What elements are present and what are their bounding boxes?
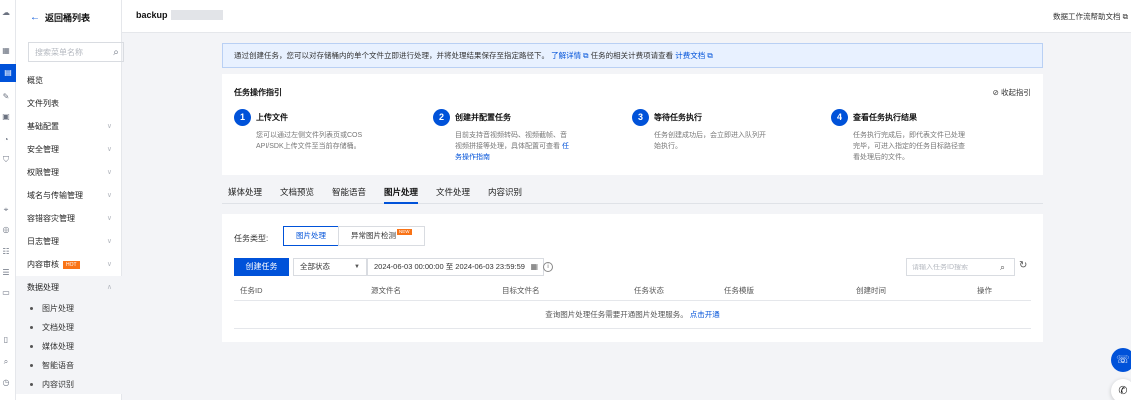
sidebar-item-permissions[interactable]: 权限管理 ∨ [16, 161, 122, 184]
caret-down-icon: ▼ [354, 264, 360, 270]
eye-off-icon: ⊘ [992, 88, 999, 97]
calendar-icon: ▦ [530, 262, 538, 271]
sidebar-item-overview[interactable]: 概览 [16, 69, 122, 92]
shield-icon[interactable]: ⛉ [1, 155, 11, 165]
sidebar-subitem-media-processing[interactable]: 媒体处理 [16, 337, 122, 356]
clock-icon[interactable]: ◷ [1, 378, 11, 388]
menu-search-input[interactable] [35, 47, 105, 57]
column-task-template: 任务模版 [724, 286, 754, 295]
column-created-time: 创建时间 [856, 286, 886, 295]
chevron-up-icon: ∧ [106, 284, 112, 291]
chart-icon[interactable]: ◔ [1, 135, 11, 145]
search-icon[interactable]: ⌕ [1000, 262, 1005, 273]
cloud-icon[interactable]: ☁ [1, 8, 11, 18]
external-link-icon: ⧉ [1122, 12, 1128, 21]
chevron-down-icon: ∨ [106, 261, 112, 268]
document-icon[interactable]: ▯ [1, 335, 11, 345]
refresh-icon[interactable]: ↻ [1019, 260, 1027, 271]
sidebar-item-disaster-recovery[interactable]: 容错容灾管理 ∨ [16, 207, 122, 230]
icon-rail: ☁ ▦ ▤ ✎ ▣ ◔ ⛉ ⌖ ◎ ☷ ☰ ▭ ▯ ⌕ ◷ [0, 0, 16, 400]
sidebar-item-content-moderation[interactable]: 内容审核 HOT ∨ [16, 253, 122, 276]
sidebar-subitem-smart-voice[interactable]: 智能语音 [16, 356, 122, 375]
compass-icon[interactable]: ◎ [1, 225, 11, 235]
billing-doc-link[interactable]: 计费文档 ⧉ [675, 51, 712, 60]
chevron-down-icon: ∨ [106, 146, 112, 153]
search-icon[interactable]: ⌕ [1, 357, 11, 367]
tab-media-processing[interactable]: 媒体处理 [228, 181, 262, 204]
column-source-file: 源文件名 [371, 286, 401, 295]
arrow-left-icon: ← [30, 12, 40, 23]
task-type-abnormal-image-detection[interactable]: 异常图片检测 NEW [338, 226, 425, 246]
tab-smart-voice[interactable]: 智能语音 [332, 181, 366, 204]
learn-more-link[interactable]: 了解详情 ⧉ [551, 51, 588, 60]
table-empty-state: 查询图片处理任务需要开通图片处理服务。 点击开通 [234, 301, 1031, 329]
pen-icon[interactable]: ✎ [1, 92, 11, 102]
redacted-bucket-suffix [170, 10, 223, 20]
grid-icon[interactable]: ▦ [1, 46, 11, 56]
chevron-down-icon: ∨ [106, 169, 112, 176]
task-id-search-input[interactable] [912, 263, 1000, 271]
back-to-bucket-list[interactable]: ← 返回桶列表 [30, 11, 90, 24]
activate-service-link[interactable]: 点击开通 [690, 310, 720, 319]
collapse-guide-button[interactable]: ⊘ 收起指引 [993, 87, 1031, 98]
sidebar-subitem-document-processing[interactable]: 文档处理 [16, 318, 122, 337]
help-doc-link[interactable]: 数据工作流帮助文档 ⧉ [1053, 11, 1128, 22]
new-badge: NEW [397, 229, 412, 235]
sidebar-item-domain-transfer[interactable]: 域名与传输管理 ∨ [16, 184, 122, 207]
task-id-search: ⌕ [906, 258, 1015, 276]
date-range-picker[interactable]: 2024-06-03 00:00:00 至 2024-06-03 23:59:5… [367, 258, 544, 276]
bucket-icon[interactable]: ▤ [0, 64, 16, 82]
sidebar-item-file-list[interactable]: 文件列表 [16, 92, 122, 115]
top-bar: backup 数据工作流帮助文档 ⧉ [122, 0, 1131, 33]
status-select[interactable]: 全部状态 ▼ [293, 258, 367, 276]
column-actions: 操作 [977, 286, 992, 295]
pin-icon[interactable]: ⌖ [1, 205, 11, 215]
sidebar-item-basic-config[interactable]: 基础配置 ∨ [16, 115, 122, 138]
calendar-icon[interactable]: ▣ [1, 112, 11, 122]
feedback-icon[interactable]: ✆ [1111, 379, 1131, 400]
sidebar-item-data-processing[interactable]: 数据处理 ∧ [16, 276, 122, 299]
tab-content-recognition[interactable]: 内容识别 [488, 181, 522, 204]
tab-image-processing[interactable]: 图片处理 [384, 181, 419, 204]
info-banner: 通过创建任务，您可以对存储桶内的单个文件立即进行处理，并将处理结果保存至指定路径… [222, 43, 1043, 68]
task-table-header: 任务ID 源文件名 目标文件名 任务状态 任务模版 创建时间 操作 [234, 280, 1031, 301]
network-icon[interactable]: ☷ [1, 247, 11, 257]
guide-title: 任务操作指引 [234, 88, 282, 97]
processing-tabs: 媒体处理 文档预览 智能语音 图片处理 文件处理 内容识别 [222, 181, 1043, 204]
back-label: 返回桶列表 [45, 13, 91, 23]
info-icon[interactable]: i [543, 262, 553, 272]
tab-file-processing[interactable]: 文件处理 [436, 181, 470, 204]
chevron-down-icon: ∨ [106, 215, 112, 222]
task-type-label: 任务类型: [234, 234, 269, 243]
task-guide-card: 任务操作指引 ⊘ 收起指引 1 上传文件 您可以通过左侧文件列表页或COS AP… [222, 74, 1043, 175]
menu-search: ⌕ [28, 42, 124, 62]
chevron-down-icon: ∨ [106, 238, 112, 245]
sidebar-subitem-image-processing[interactable]: 图片处理 [16, 299, 122, 318]
chevron-down-icon: ∨ [106, 192, 112, 199]
sidebar-menu: 概览 文件列表 基础配置 ∨ 安全管理 ∨ 权限管理 ∨ 域名与传输管理 ∨ 容错容灾管… [16, 69, 122, 394]
bucket-name: backup [136, 10, 168, 20]
sidebar-item-logs[interactable]: 日志管理 ∨ [16, 230, 122, 253]
tab-document-preview[interactable]: 文档预览 [280, 181, 314, 204]
create-task-button[interactable]: 创建任务 [234, 258, 289, 276]
column-task-status: 任务状态 [634, 286, 664, 295]
task-panel: 任务类型: 图片处理 异常图片检测 NEW 创建任务 全部状态 ▼ 2024-06… [222, 214, 1043, 342]
chevron-down-icon: ∨ [106, 123, 112, 130]
search-icon[interactable]: ⌕ [109, 47, 123, 58]
sidebar-item-security[interactable]: 安全管理 ∨ [16, 138, 122, 161]
support-chat-icon[interactable]: ☏ [1111, 348, 1131, 372]
column-task-id: 任务ID [240, 286, 263, 295]
sidebar-subitem-content-recognition[interactable]: 内容识别 [16, 375, 122, 394]
hot-badge: HOT [63, 260, 80, 269]
task-type-image-processing[interactable]: 图片处理 [283, 226, 339, 246]
bucket-title: backup [136, 10, 223, 20]
box-icon[interactable]: ▭ [1, 288, 11, 298]
sidebar: ← 返回桶列表 ⌕ 概览 文件列表 基础配置∨ 安全管理∨ 权限管理∨ 域名与传… [16, 0, 124, 400]
list-icon[interactable]: ☰ [1, 268, 11, 278]
column-target-file: 目标文件名 [502, 286, 540, 295]
